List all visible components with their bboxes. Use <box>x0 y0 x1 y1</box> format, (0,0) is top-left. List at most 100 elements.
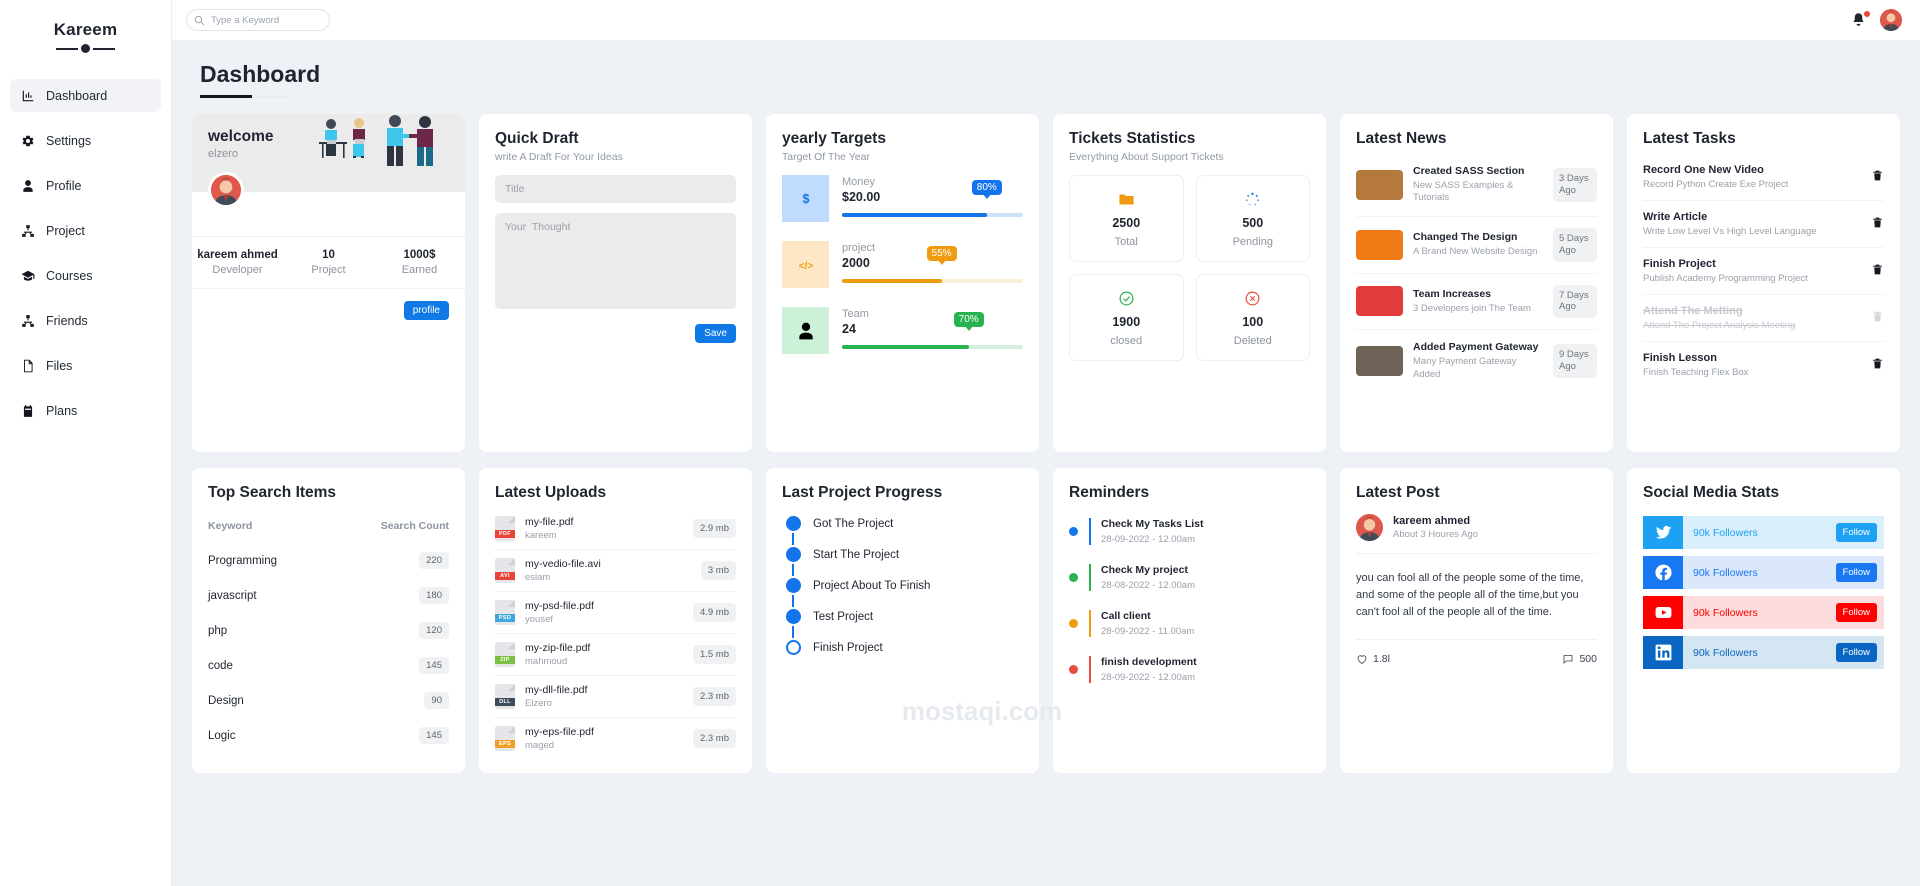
calendar-icon <box>23 404 32 417</box>
sidebar-item-project[interactable]: Project <box>10 214 161 247</box>
news-item[interactable]: Team Increases 3 Developers join The Tea… <box>1356 274 1597 331</box>
ticket-label: Total <box>1114 236 1138 248</box>
profile-button[interactable]: profile <box>403 301 449 321</box>
user-icon <box>20 178 35 193</box>
file-icon: EPS <box>495 726 515 751</box>
sidebar-item-profile[interactable]: Profile <box>10 169 161 202</box>
news-text: Created SASS Section New SASS Examples &… <box>1413 165 1543 205</box>
welcome-stats: kareem ahmed Developer 10 Project 1000$ … <box>192 236 465 290</box>
trash-icon <box>1873 217 1882 228</box>
task-item[interactable]: Finish Lesson Finish Teaching Flex Box <box>1643 342 1884 388</box>
sidebar-item-courses[interactable]: Courses <box>10 259 161 292</box>
progress-step: Test Project <box>786 609 1023 624</box>
trash-icon[interactable] <box>1871 310 1884 326</box>
sidebar-item-files[interactable]: Files <box>10 349 161 382</box>
upload-item[interactable]: DLL my-dll-file.pdf Elzero 2.3 mb <box>495 676 736 718</box>
news-item[interactable]: Created SASS Section New SASS Examples &… <box>1356 154 1597 217</box>
post-body: you can fool all of the people some of t… <box>1356 553 1597 641</box>
bell-icon[interactable] <box>1851 9 1871 29</box>
task-title: Finish Project <box>1643 258 1716 270</box>
search-keyword: code <box>208 659 233 672</box>
search-row: Design 90 <box>208 683 449 718</box>
trash-icon[interactable] <box>1871 357 1884 373</box>
progress-step: Got The Project <box>786 516 1023 531</box>
follow-button[interactable]: Follow <box>1835 563 1877 582</box>
welcome-stat-value: 10 <box>322 249 335 261</box>
col-count: Search Count <box>380 520 449 532</box>
topbar-actions <box>1851 9 1902 31</box>
progress-steps: Got The Project Start The Project Projec… <box>786 516 1023 655</box>
trash-icon[interactable] <box>1871 263 1884 279</box>
social-body: 90k Followers Follow <box>1683 556 1884 589</box>
task-desc: Publish Academy Programming Project <box>1643 273 1808 284</box>
task-desc: Finish Teaching Flex Box <box>1643 367 1749 378</box>
search-row: javascript 180 <box>208 578 449 613</box>
task-item[interactable]: Finish Project Publish Academy Programmi… <box>1643 248 1884 295</box>
task-title: Write Article <box>1643 211 1708 223</box>
reminder-item: finish development 28-09-2022 - 12.00am <box>1069 656 1310 683</box>
target-row: $ Money $20.00 80% <box>782 175 1023 222</box>
folder-icon <box>1119 194 1134 205</box>
sidebar-item-friends[interactable]: Friends <box>10 304 161 337</box>
heart-icon <box>1357 655 1367 665</box>
draft-footer: Save <box>495 324 736 343</box>
draft-title-input[interactable] <box>495 175 736 203</box>
latest-post-title: Latest Post <box>1356 484 1440 501</box>
news-time: 9 Days Ago <box>1553 344 1597 379</box>
ticket-stat: 2500 Total <box>1069 175 1184 262</box>
twitter-icon[interactable] <box>1643 516 1683 549</box>
upload-user: kareem <box>525 530 557 541</box>
follow-button[interactable]: Follow <box>1835 603 1877 622</box>
trash-icon[interactable] <box>1871 216 1884 232</box>
youtube-icon <box>1655 606 1671 619</box>
linkedin-icon[interactable] <box>1643 636 1683 669</box>
comments-count: 500 <box>1579 653 1597 666</box>
step-dot <box>786 578 801 593</box>
likes-count: 1.8l <box>1373 653 1390 666</box>
yearly-targets-subtitle: Target Of The Year <box>782 151 870 163</box>
news-item[interactable]: Changed The Design A Brand New Website D… <box>1356 217 1597 274</box>
post-likes[interactable]: 1.8l <box>1356 653 1390 665</box>
news-time: 5 Days Ago <box>1553 227 1597 262</box>
sidebar-item-settings[interactable]: Settings <box>10 124 161 157</box>
upload-item[interactable]: PSD my-psd-file.pdf yousef 4.9 mb <box>495 592 736 634</box>
follow-button[interactable]: Follow <box>1835 643 1877 662</box>
avatar[interactable] <box>1880 9 1902 31</box>
welcome-stat-value: 1000$ <box>403 249 436 261</box>
post-time: About 3 Houres Ago <box>1393 529 1479 540</box>
yearly-targets-card: yearly Targets Target Of The Year $ Mone… <box>766 114 1039 452</box>
trash-icon[interactable] <box>1871 169 1884 185</box>
follower-count: 90k Followers <box>1693 606 1758 619</box>
sidebar-item-plans[interactable]: Plans <box>10 394 161 427</box>
reminder-item: Check My Tasks List 28-09-2022 - 12.00am <box>1069 518 1310 545</box>
facebook-icon[interactable] <box>1643 556 1683 589</box>
news-item[interactable]: Added Payment Gateway Many Payment Gatew… <box>1356 330 1597 392</box>
tickets-subtitle: Everything About Support Tickets <box>1069 151 1224 163</box>
upload-item[interactable]: PDF my-file.pdf kareem 2.9 mb <box>495 508 736 550</box>
targets-list: $ Money $20.00 80% </> project 2000 55% … <box>782 175 1023 354</box>
draft-thought-textarea[interactable] <box>495 213 736 309</box>
welcome-stat-value: kareem ahmed <box>197 249 278 261</box>
upload-item[interactable]: AVI my-vedio-file.avi eslam 3 mb <box>495 550 736 592</box>
reminder-body: finish development 28-09-2022 - 12.00am <box>1089 656 1197 683</box>
search-input[interactable] <box>186 9 330 31</box>
social-row: 90k Followers Follow <box>1643 596 1884 629</box>
chart-bar-icon <box>22 90 33 101</box>
save-button[interactable]: Save <box>695 324 736 343</box>
task-item[interactable]: Attend The Metting Attend The Project An… <box>1643 295 1884 342</box>
follower-count: 90k Followers <box>1693 526 1758 539</box>
upload-item[interactable]: EPS my-eps-file.pdf maged 2.3 mb <box>495 718 736 759</box>
task-text: Record One New Video Record Python Creat… <box>1643 164 1861 190</box>
youtube-icon[interactable] <box>1643 596 1683 629</box>
task-item[interactable]: Record One New Video Record Python Creat… <box>1643 154 1884 201</box>
upload-name: my-psd-file.pdf <box>525 600 594 612</box>
target-progress-bar: 70% <box>842 312 1023 349</box>
task-item[interactable]: Write Article Write Low Level Vs High Le… <box>1643 201 1884 248</box>
follow-button[interactable]: Follow <box>1835 523 1877 542</box>
post-comments[interactable]: 500 <box>1562 653 1597 665</box>
sidebar-item-dashboard[interactable]: Dashboard <box>10 79 161 112</box>
upload-item[interactable]: ZIP my-zip-file.pdf mahmoud 1.5 mb <box>495 634 736 676</box>
search-box[interactable] <box>186 9 330 31</box>
step-label: Test Project <box>813 610 874 623</box>
project-progress-card: Last Project Progress Got The Project St… <box>766 468 1039 773</box>
